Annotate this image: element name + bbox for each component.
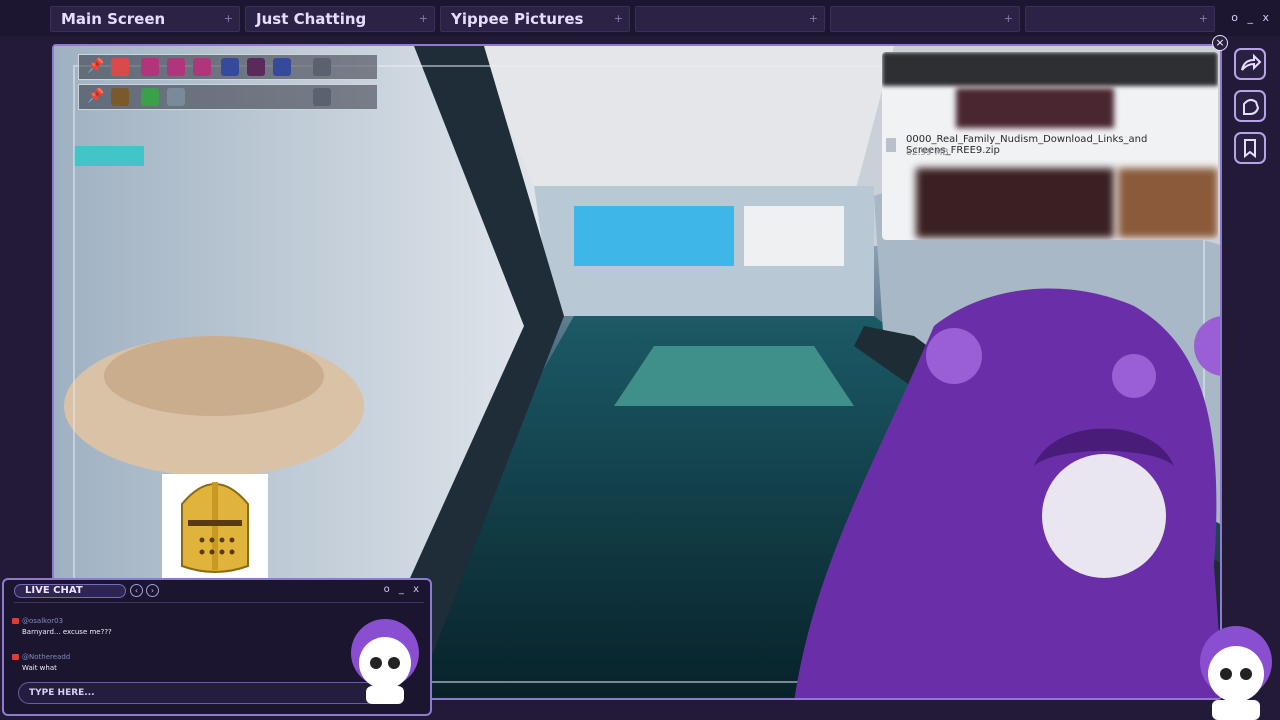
tab-empty[interactable]: + bbox=[1025, 6, 1215, 32]
item-slot[interactable] bbox=[221, 58, 239, 76]
mascot-chibi-icon bbox=[1200, 626, 1272, 720]
item-slot[interactable] bbox=[167, 58, 185, 76]
cyan-light bbox=[74, 146, 144, 166]
tab-label: Main Screen bbox=[61, 10, 166, 28]
item-slot[interactable] bbox=[167, 88, 185, 106]
mascot-chibi-icon bbox=[351, 619, 419, 704]
chat-header: LIVE CHAT bbox=[14, 584, 126, 598]
tab-bar: Main Screen + Just Chatting + Yippee Pic… bbox=[0, 0, 1280, 36]
pin-icon[interactable]: 📌 bbox=[87, 58, 104, 74]
item-slot[interactable] bbox=[313, 58, 331, 76]
helmet-icon bbox=[181, 482, 249, 573]
tab-label: Just Chatting bbox=[256, 10, 367, 28]
bookmark-button[interactable] bbox=[1234, 132, 1266, 164]
popup-header bbox=[882, 52, 1218, 86]
chat-input-placeholder: TYPE HERE... bbox=[29, 688, 95, 698]
download-file-size: 82.99 MB bbox=[906, 148, 949, 158]
chat-message: Barnyard... excuse me??? bbox=[22, 628, 112, 636]
download-popup[interactable]: 0000_Real_Family_Nudism_Download_Links_a… bbox=[882, 52, 1218, 240]
file-icon bbox=[886, 138, 896, 152]
item-slot[interactable] bbox=[141, 88, 159, 106]
plus-icon: + bbox=[223, 12, 233, 25]
chat-title: LIVE CHAT bbox=[25, 585, 83, 596]
hotbar-bottom[interactable]: 📌 bbox=[78, 84, 378, 110]
youtube-icon bbox=[12, 618, 19, 624]
ring-top bbox=[104, 336, 324, 416]
bookmark-icon bbox=[1244, 139, 1256, 159]
plus-icon: + bbox=[1198, 12, 1208, 25]
chat-input[interactable]: TYPE HERE... bbox=[18, 682, 378, 704]
share-arrow-icon bbox=[1241, 53, 1262, 71]
tab-yippee-pictures[interactable]: Yippee Pictures + bbox=[440, 6, 630, 32]
tab-main-screen[interactable]: Main Screen + bbox=[50, 6, 240, 32]
back-wall-panel bbox=[744, 206, 844, 266]
plus-icon: + bbox=[808, 12, 818, 25]
plus-icon: + bbox=[418, 12, 428, 25]
tab-just-chatting[interactable]: Just Chatting + bbox=[245, 6, 435, 32]
hand-button[interactable] bbox=[1234, 90, 1266, 122]
tab-empty[interactable]: + bbox=[635, 6, 825, 32]
chat-username[interactable]: @osalkor03 bbox=[22, 617, 63, 625]
item-slot[interactable] bbox=[273, 58, 291, 76]
tentacle-tip bbox=[1112, 354, 1156, 398]
ceiling-panel bbox=[484, 46, 894, 196]
chat-username[interactable]: @Nothereadd bbox=[22, 653, 70, 661]
screen-glass bbox=[574, 206, 734, 266]
item-slot[interactable] bbox=[247, 58, 265, 76]
hand-icon bbox=[1243, 98, 1260, 115]
blurred-thumbnail bbox=[956, 88, 1114, 128]
pin-icon[interactable]: 📌 bbox=[87, 88, 104, 104]
plus-icon: + bbox=[1003, 12, 1013, 25]
live-chat-panel: LIVE CHAT ‹ › o _ x @osalkor03 Barnyard.… bbox=[2, 578, 432, 716]
hotbar-top[interactable]: 📌 bbox=[78, 54, 378, 80]
item-slot[interactable] bbox=[313, 88, 331, 106]
stream-overlay: Main Screen + Just Chatting + Yippee Pic… bbox=[0, 0, 1280, 720]
plus-icon: + bbox=[613, 12, 623, 25]
item-slot[interactable] bbox=[141, 58, 159, 76]
chevron-left-icon[interactable]: ‹ bbox=[130, 584, 143, 597]
floor-grate bbox=[614, 346, 854, 406]
share-button[interactable] bbox=[1234, 48, 1266, 80]
tentacle-tip bbox=[926, 328, 982, 384]
item-slot[interactable] bbox=[111, 58, 129, 76]
youtube-icon bbox=[12, 654, 19, 660]
chat-message: Wait what bbox=[22, 664, 57, 672]
blurred-thumbnail bbox=[1118, 168, 1218, 238]
tab-label: Yippee Pictures bbox=[451, 10, 584, 28]
divider bbox=[14, 602, 424, 603]
chevron-right-icon[interactable]: › bbox=[146, 584, 159, 597]
chat-window-controls[interactable]: o _ x bbox=[384, 584, 422, 595]
knight-helmet-image bbox=[162, 474, 268, 578]
item-slot[interactable] bbox=[111, 88, 129, 106]
item-slot[interactable] bbox=[193, 58, 211, 76]
download-file-name[interactable]: 0000_Real_Family_Nudism_Download_Links_a… bbox=[906, 134, 1218, 156]
window-controls[interactable]: o _ x bbox=[1231, 11, 1272, 24]
blurred-thumbnail bbox=[916, 168, 1114, 238]
tab-empty[interactable]: + bbox=[830, 6, 1020, 32]
close-icon[interactable]: × bbox=[1212, 35, 1228, 51]
vtuber-face bbox=[1042, 454, 1166, 578]
